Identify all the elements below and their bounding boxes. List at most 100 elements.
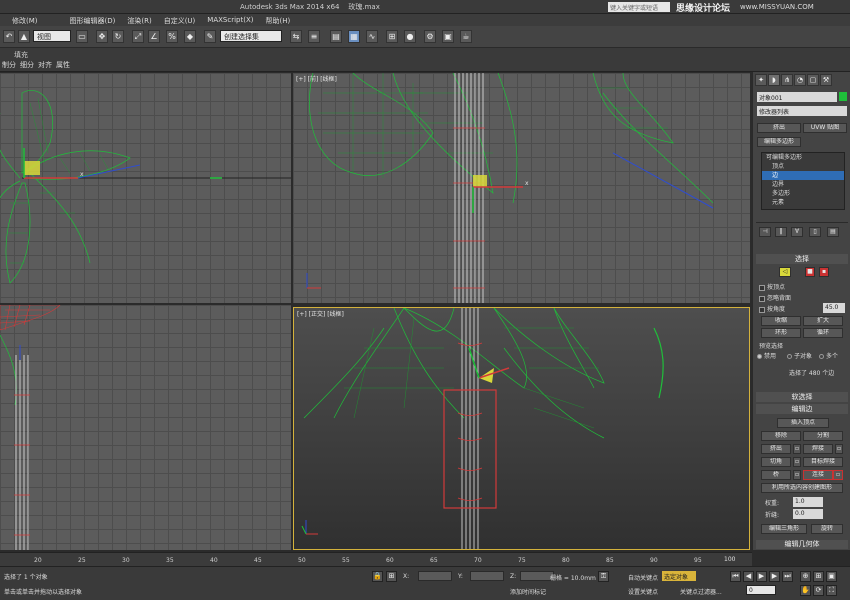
stack-item-edge[interactable]: 边	[762, 171, 844, 180]
crease-field[interactable]: 0.0	[793, 509, 823, 519]
edit-poly-modifier-button[interactable]: 编辑多边形	[757, 137, 801, 147]
connect-settings-icon[interactable]: ▫	[833, 470, 843, 480]
make-unique-icon[interactable]: ∀	[791, 227, 803, 237]
split-button[interactable]: 分割	[803, 431, 843, 441]
remove-modifier-icon[interactable]: ▯	[809, 227, 821, 237]
timeline[interactable]: 20 25 30 35 40 45 50 55 60 65 70 75 80 8…	[0, 552, 752, 566]
select-region-icon[interactable]: ▭	[76, 30, 88, 43]
maximize-viewport-icon[interactable]: ⛶	[826, 585, 837, 596]
play-icon[interactable]: ▶	[756, 571, 767, 582]
absolute-mode-icon[interactable]: ⊞	[386, 571, 397, 582]
utilities-tab-icon[interactable]: ⚒	[820, 74, 832, 86]
stack-item-vertex[interactable]: 顶点	[762, 162, 844, 171]
ribbon-tab-0[interactable]: 制分	[2, 60, 16, 70]
target-weld-button[interactable]: 目标焊接	[803, 457, 843, 467]
x-coord-field[interactable]	[418, 571, 452, 581]
viewport-top[interactable]: x	[0, 73, 291, 303]
bridge-button[interactable]: 桥	[761, 470, 791, 480]
modify-tab-icon[interactable]: ◗	[768, 74, 780, 86]
weight-field[interactable]: 1.0	[793, 497, 823, 507]
lock-selection-icon[interactable]: 🔒	[372, 571, 383, 582]
pan-icon[interactable]: ✋	[800, 585, 811, 596]
z-coord-field[interactable]	[520, 571, 554, 581]
viewport-front[interactable]: [+] [前] [线框] x	[293, 73, 750, 303]
material-editor-icon[interactable]: ●	[404, 30, 416, 43]
schematic-view-icon[interactable]: ⊞	[386, 30, 398, 43]
named-selection-dropdown[interactable]: 创建选择集	[220, 30, 282, 42]
viewport-ortho-active[interactable]: [+] [正交] [线框]	[293, 307, 750, 550]
edit-geometry-rollout-header[interactable]: 编辑几何体	[756, 540, 848, 549]
current-frame-field[interactable]: 0	[746, 585, 776, 595]
bridge-settings-icon[interactable]: ▫	[793, 470, 801, 480]
key-filters-button[interactable]: 关键点过滤器...	[680, 587, 722, 596]
spinner-snap-icon[interactable]: ◆	[184, 30, 196, 43]
show-end-result-icon[interactable]: ‖	[775, 227, 787, 237]
y-coord-field[interactable]	[470, 571, 504, 581]
goto-start-icon[interactable]: ⏮	[730, 571, 741, 582]
stack-item-polygon[interactable]: 多边形	[762, 189, 844, 198]
snap-percent-icon[interactable]: %	[166, 30, 178, 43]
next-frame-icon[interactable]: ▶	[769, 571, 780, 582]
motion-tab-icon[interactable]: ◔	[794, 74, 806, 86]
render-setup-icon[interactable]: ⚙	[424, 30, 436, 43]
insert-vertex-button[interactable]: 插入顶点	[777, 418, 829, 428]
menu-rendering[interactable]: 渲染(R)	[121, 14, 157, 26]
by-angle-checkbox[interactable]: 按角度	[759, 304, 785, 313]
weld-settings-icon[interactable]: ▫	[835, 444, 843, 454]
menu-help[interactable]: 帮助(H)	[259, 14, 296, 26]
edit-edges-rollout-header[interactable]: 编辑边	[756, 404, 848, 414]
display-tab-icon[interactable]: ▢	[807, 74, 819, 86]
selected-object-dropdown[interactable]: 选定对象	[662, 571, 696, 581]
pin-stack-icon[interactable]: ⊣	[759, 227, 771, 237]
ribbon-tab-1[interactable]: 细分	[20, 60, 34, 70]
object-name-field[interactable]: 对象001	[757, 92, 837, 102]
zoom-icon[interactable]: ⊕	[800, 571, 811, 582]
layer-icon[interactable]: ▤	[330, 30, 342, 43]
angle-value-field[interactable]: 45.0	[823, 303, 845, 313]
edge-mode-icon[interactable]: ◁	[779, 267, 791, 277]
scale-icon[interactable]: ⤢	[132, 30, 144, 43]
prev-frame-icon[interactable]: ◀	[743, 571, 754, 582]
snap-angle-icon[interactable]: ∠	[148, 30, 160, 43]
hierarchy-tab-icon[interactable]: ⋔	[781, 74, 793, 86]
preview-subobject-radio[interactable]: 子对象	[787, 351, 812, 360]
curve-editor-icon[interactable]: ∿	[366, 30, 378, 43]
search-input[interactable]: 键入关键字或短语	[608, 2, 670, 12]
goto-end-icon[interactable]: ⏭	[782, 571, 793, 582]
stack-item-element[interactable]: 元素	[762, 198, 844, 207]
create-tab-icon[interactable]: ✦	[755, 74, 767, 86]
preview-multi-radio[interactable]: 多个	[819, 351, 838, 360]
grow-button[interactable]: 扩大	[803, 316, 843, 326]
ring-button[interactable]: 环形	[761, 328, 801, 338]
menu-customize[interactable]: 自定义(U)	[158, 14, 202, 26]
set-key-icon[interactable]: ⚿	[598, 571, 609, 582]
remove-button[interactable]: 移除	[761, 431, 801, 441]
menu-modify[interactable]: 修改(M)	[6, 14, 44, 26]
by-vertex-checkbox[interactable]: 按顶点	[759, 282, 785, 291]
undo-icon[interactable]: ↶	[3, 30, 15, 43]
uvw-map-button[interactable]: UVW 贴图	[803, 123, 847, 133]
render-icon[interactable]: ☕	[460, 30, 472, 43]
add-time-tag-button[interactable]: 添加时间标记	[510, 587, 546, 596]
orbit-icon[interactable]: ⟳	[813, 585, 824, 596]
rotate-icon[interactable]: ↻	[112, 30, 124, 43]
extrude-modifier-button[interactable]: 挤出	[757, 123, 801, 133]
edit-triangulation-button[interactable]: 编辑三角形	[761, 524, 807, 534]
zoom-all-icon[interactable]: ⊞	[813, 571, 824, 582]
polygon-mode-icon[interactable]: ■	[805, 267, 815, 277]
modifier-list-dropdown[interactable]: 修改器列表	[757, 106, 847, 116]
zoom-extents-icon[interactable]: ▣	[826, 571, 837, 582]
chamfer-settings-icon[interactable]: ▫	[793, 457, 801, 467]
ribbon-toggle-icon[interactable]: ▦	[348, 30, 360, 43]
reference-coord-dropdown[interactable]: 视图	[33, 30, 71, 42]
connect-button[interactable]: 连接	[803, 470, 833, 480]
edit-named-selection-icon[interactable]: ✎	[204, 30, 216, 43]
mirror-icon[interactable]: ⇆	[290, 30, 302, 43]
object-color-swatch[interactable]	[839, 92, 847, 101]
select-icon[interactable]: ▲	[18, 30, 30, 43]
ignore-backface-checkbox[interactable]: 忽略背面	[759, 293, 791, 302]
preview-off-radio[interactable]: 禁用	[757, 351, 776, 360]
configure-sets-icon[interactable]: ▤	[827, 227, 839, 237]
auto-key-button[interactable]: 自动关键点	[628, 573, 658, 582]
element-mode-icon[interactable]: ▪	[819, 267, 829, 277]
